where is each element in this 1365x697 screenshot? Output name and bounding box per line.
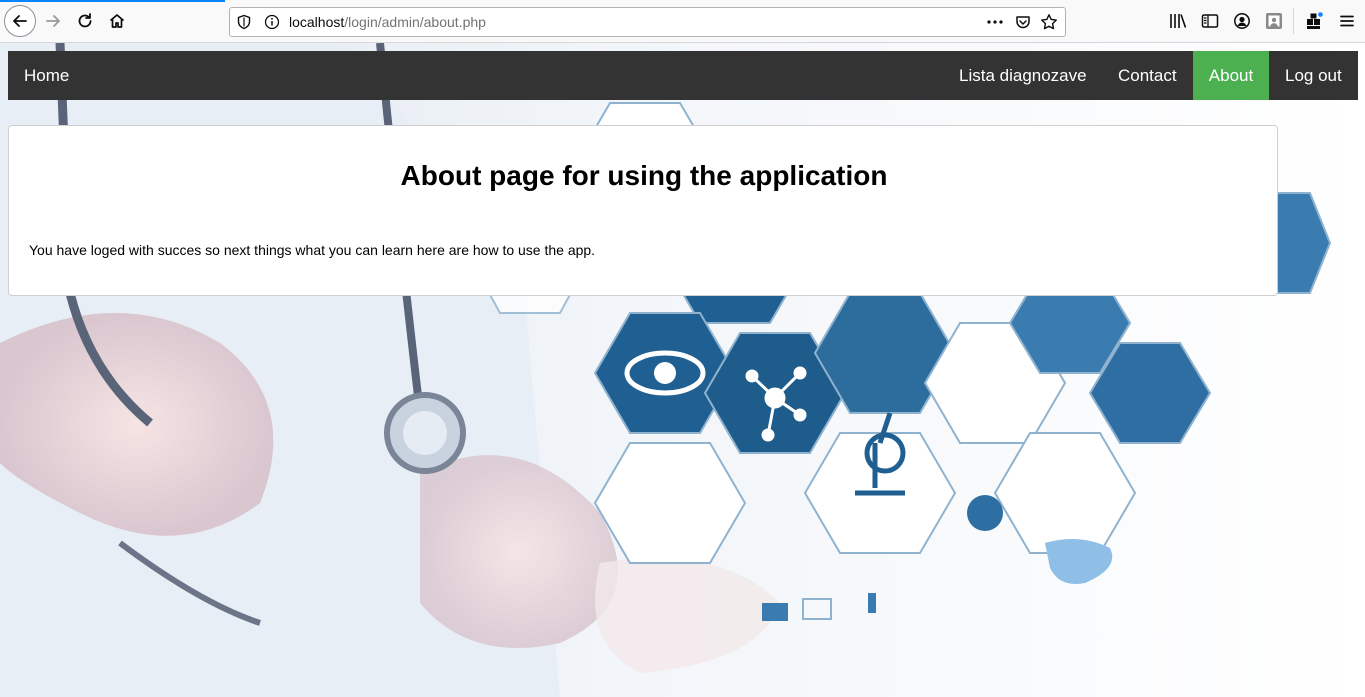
nav-logout-link[interactable]: Log out [1269, 51, 1358, 100]
back-icon [13, 15, 27, 27]
nav-lista-diagnozave-link[interactable]: Lista diagnozave [943, 51, 1103, 100]
nav-contact-link[interactable]: Contact [1102, 51, 1193, 100]
nav-about-link[interactable]: About [1193, 51, 1269, 100]
extension-icon[interactable] [1305, 12, 1323, 30]
nav-home-link[interactable]: Home [8, 51, 85, 100]
sidebar-icon[interactable] [1201, 12, 1219, 30]
pocket-icon[interactable] [1015, 14, 1031, 30]
about-card: About page for using the application You… [8, 125, 1278, 296]
reload-icon [78, 13, 92, 28]
page-title: About page for using the application [400, 160, 888, 191]
toolbar-separator [1293, 8, 1294, 34]
menu-icon[interactable] [1338, 12, 1356, 30]
active-tab-indicator [0, 0, 225, 2]
info-icon[interactable] [264, 14, 280, 30]
screenshot-icon[interactable] [1265, 12, 1283, 30]
account-icon[interactable] [1233, 12, 1251, 30]
page-actions-icon[interactable] [985, 13, 1005, 31]
url-host: localhost [289, 14, 345, 30]
browser-toolbar: localhost/login/admin/about.php [0, 0, 1365, 43]
home-button[interactable] [102, 6, 132, 36]
url-text[interactable]: localhost/login/admin/about.php [289, 14, 486, 30]
address-bar[interactable]: localhost/login/admin/about.php [229, 7, 1066, 37]
reload-button[interactable] [70, 6, 100, 36]
library-icon[interactable] [1169, 12, 1187, 30]
bookmark-star-icon[interactable] [1040, 13, 1058, 31]
page-description: You have loged with succes so next thing… [29, 242, 596, 258]
forward-icon [46, 15, 60, 27]
back-button[interactable] [4, 5, 36, 37]
forward-button[interactable] [38, 6, 68, 36]
url-path: /login/admin/about.php [344, 14, 486, 30]
top-navigation-bar: Home Lista diagnozave Contact About Log … [8, 51, 1358, 100]
shield-icon[interactable] [236, 14, 252, 30]
page-viewport: Home Lista diagnozave Contact About Log … [0, 43, 1365, 697]
home-icon [109, 14, 125, 28]
